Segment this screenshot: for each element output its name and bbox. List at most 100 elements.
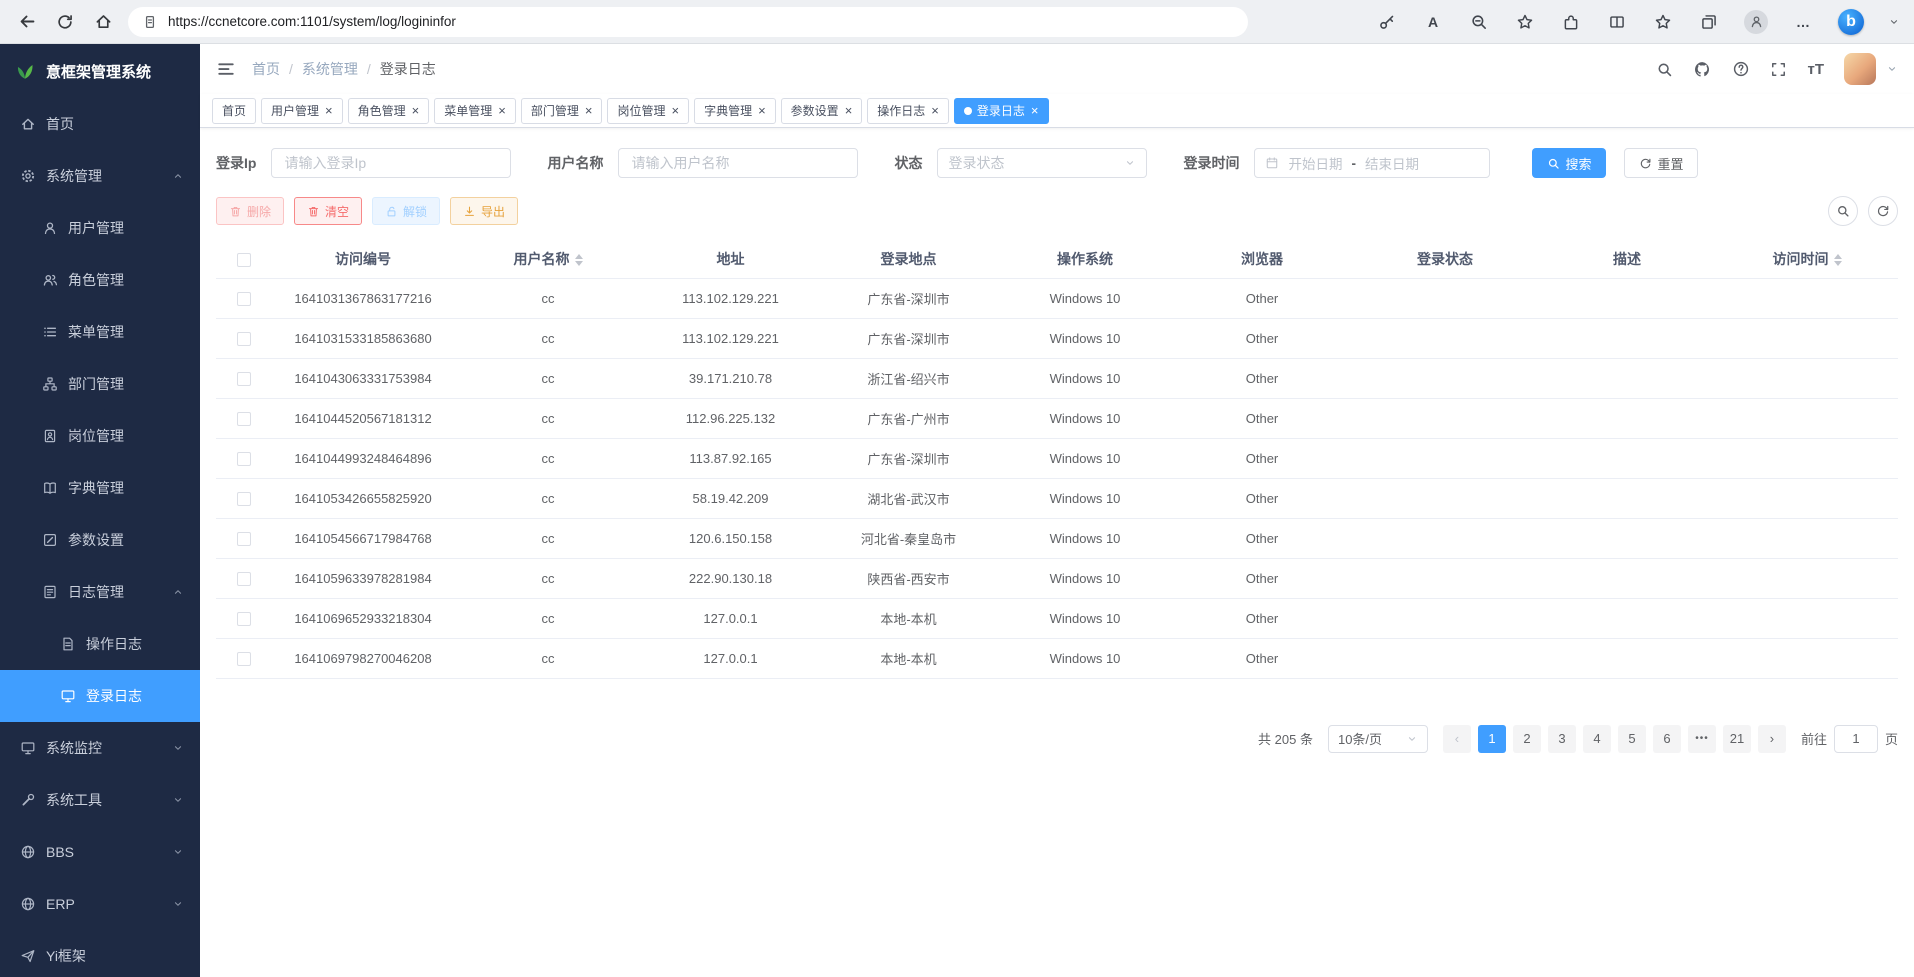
start-date-placeholder[interactable]: 开始日期: [1288, 153, 1342, 173]
prev-page-button[interactable]: ‹: [1443, 725, 1471, 753]
sidebar-item-operation-log[interactable]: 操作日志: [0, 618, 200, 670]
goto-page-input[interactable]: [1834, 725, 1878, 753]
row-checkbox[interactable]: [237, 532, 251, 546]
sidebar-item-role-management[interactable]: 角色管理: [0, 254, 200, 306]
refresh-table-icon[interactable]: [1868, 196, 1898, 226]
sidebar-item-login-log[interactable]: 登录日志: [0, 670, 200, 722]
tab-param-settings[interactable]: 参数设置×: [781, 98, 863, 124]
tab-login-log[interactable]: 登录日志×: [954, 98, 1049, 124]
tab-dept-management[interactable]: 部门管理×: [521, 98, 603, 124]
table-row[interactable]: 1641044520567181312 cc 112.96.225.132 广东…: [216, 398, 1898, 438]
sidebar-item-log-management[interactable]: 日志管理: [0, 566, 200, 618]
table-row[interactable]: 1641031367863177216 cc 113.102.129.221 广…: [216, 278, 1898, 318]
collections-icon[interactable]: [1698, 11, 1720, 33]
sidebar-item-yi-framework[interactable]: Yi框架: [0, 930, 200, 977]
clear-button[interactable]: 清空: [294, 197, 362, 225]
extensions-icon[interactable]: [1560, 11, 1582, 33]
help-icon[interactable]: [1732, 60, 1750, 78]
sidebar-item-system-tools[interactable]: 系统工具: [0, 774, 200, 826]
browser-profile-avatar[interactable]: [1744, 10, 1768, 34]
site-info-icon[interactable]: [142, 14, 158, 30]
table-row[interactable]: 1641044993248464896 cc 113.87.92.165 广东省…: [216, 438, 1898, 478]
page-size-select[interactable]: 10条/页: [1328, 725, 1428, 753]
browser-refresh-icon[interactable]: [48, 5, 82, 39]
unlock-button[interactable]: 解锁: [372, 197, 440, 225]
table-row[interactable]: 1641043063331753984 cc 39.171.210.78 浙江省…: [216, 358, 1898, 398]
copilot-caret-icon[interactable]: [1888, 16, 1900, 28]
browser-back-icon[interactable]: [10, 5, 44, 39]
tab-close-icon[interactable]: ×: [1031, 104, 1039, 117]
table-row[interactable]: 1641069652933218304 cc 127.0.0.1 本地-本机 W…: [216, 598, 1898, 638]
table-row[interactable]: 1641054566717984768 cc 120.6.150.158 河北省…: [216, 518, 1898, 558]
sidebar-item-post-management[interactable]: 岗位管理: [0, 410, 200, 462]
sidebar-item-dict-management[interactable]: 字典管理: [0, 462, 200, 514]
table-row[interactable]: 1641053426655825920 cc 58.19.42.209 湖北省-…: [216, 478, 1898, 518]
sort-icon[interactable]: [575, 254, 583, 266]
zoom-icon[interactable]: [1468, 11, 1490, 33]
row-checkbox[interactable]: [237, 332, 251, 346]
url-text[interactable]: https://ccnetcore.com:1101/system/log/lo…: [168, 14, 456, 29]
avatar-caret-icon[interactable]: [1886, 63, 1898, 75]
search-button[interactable]: 搜索: [1532, 148, 1606, 178]
github-icon[interactable]: [1693, 60, 1712, 79]
sort-icon[interactable]: [1834, 254, 1842, 266]
favorites-icon[interactable]: [1652, 11, 1674, 33]
page-button-5[interactable]: 5: [1618, 725, 1646, 753]
user-avatar[interactable]: [1844, 53, 1876, 85]
end-date-placeholder[interactable]: 结束日期: [1365, 153, 1419, 173]
sidebar-item-dept-management[interactable]: 部门管理: [0, 358, 200, 410]
browser-home-icon[interactable]: [86, 5, 120, 39]
tab-close-icon[interactable]: ×: [498, 104, 506, 117]
page-button-4[interactable]: 4: [1583, 725, 1611, 753]
page-button-3[interactable]: 3: [1548, 725, 1576, 753]
tab-close-icon[interactable]: ×: [412, 104, 420, 117]
tab-close-icon[interactable]: ×: [758, 104, 766, 117]
app-logo[interactable]: 意框架管理系统: [0, 44, 200, 98]
more-pages-button[interactable]: •••: [1688, 725, 1716, 753]
tab-menu-management[interactable]: 菜单管理×: [434, 98, 516, 124]
browser-settings-icon[interactable]: …: [1792, 11, 1814, 33]
table-row[interactable]: 1641059633978281984 cc 222.90.130.18 陕西省…: [216, 558, 1898, 598]
sidebar-item-menu-management[interactable]: 菜单管理: [0, 306, 200, 358]
tab-operation-log[interactable]: 操作日志×: [867, 98, 949, 124]
password-manager-icon[interactable]: [1376, 11, 1398, 33]
table-row[interactable]: 1641031533185863680 cc 113.102.129.221 广…: [216, 318, 1898, 358]
delete-button[interactable]: 删除: [216, 197, 284, 225]
tab-dict-management[interactable]: 字典管理×: [694, 98, 776, 124]
select-all-checkbox[interactable]: [237, 253, 251, 267]
sidebar-item-bbs[interactable]: BBS: [0, 826, 200, 878]
bing-copilot-icon[interactable]: b: [1838, 9, 1864, 35]
read-aloud-icon[interactable]: A: [1422, 11, 1444, 33]
row-checkbox[interactable]: [237, 412, 251, 426]
tab-close-icon[interactable]: ×: [671, 104, 679, 117]
sidebar-item-home[interactable]: 首页: [0, 98, 200, 150]
table-row[interactable]: 1641069798270046208 cc 127.0.0.1 本地-本机 W…: [216, 638, 1898, 678]
sidebar-item-erp[interactable]: ERP: [0, 878, 200, 930]
column-username[interactable]: 用户名称: [454, 240, 642, 278]
split-screen-icon[interactable]: [1606, 11, 1628, 33]
tab-home[interactable]: 首页: [212, 98, 256, 124]
page-button-1[interactable]: 1: [1478, 725, 1506, 753]
sidebar-item-param-settings[interactable]: 参数设置: [0, 514, 200, 566]
page-button-21[interactable]: 21: [1723, 725, 1751, 753]
status-select[interactable]: 登录状态: [937, 148, 1147, 178]
sidebar-toggle-icon[interactable]: [216, 59, 236, 79]
tab-post-management[interactable]: 岗位管理×: [607, 98, 689, 124]
reset-button[interactable]: 重置: [1624, 148, 1698, 178]
font-size-icon[interactable]: тT: [1807, 61, 1824, 78]
username-input[interactable]: [618, 148, 858, 178]
tab-role-management[interactable]: 角色管理×: [348, 98, 430, 124]
row-checkbox[interactable]: [237, 292, 251, 306]
fullscreen-icon[interactable]: [1770, 61, 1787, 78]
tab-close-icon[interactable]: ×: [931, 104, 939, 117]
row-checkbox[interactable]: [237, 652, 251, 666]
date-range-picker[interactable]: 开始日期 - 结束日期: [1254, 148, 1490, 178]
breadcrumb-home[interactable]: 首页: [252, 59, 280, 79]
row-checkbox[interactable]: [237, 612, 251, 626]
login-ip-input[interactable]: [271, 148, 511, 178]
page-button-2[interactable]: 2: [1513, 725, 1541, 753]
tab-user-management[interactable]: 用户管理×: [261, 98, 343, 124]
next-page-button[interactable]: ›: [1758, 725, 1786, 753]
tab-close-icon[interactable]: ×: [585, 104, 593, 117]
toggle-search-icon[interactable]: [1828, 196, 1858, 226]
